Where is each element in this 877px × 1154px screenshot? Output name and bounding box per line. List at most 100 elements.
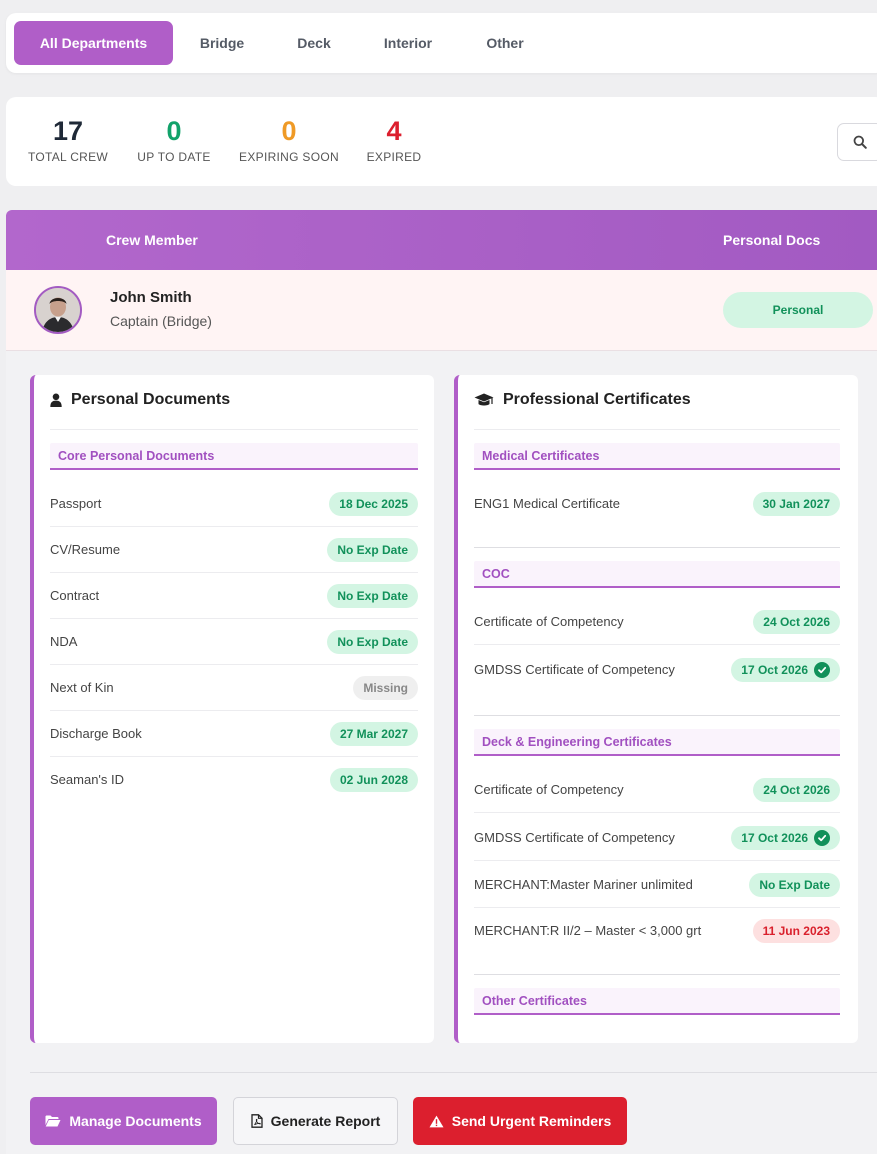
send-urgent-reminders-button[interactable]: Send Urgent Reminders bbox=[413, 1097, 627, 1145]
stat-value: 0 bbox=[281, 116, 297, 146]
professional-certificates-panel: Professional Certificates Medical Certif… bbox=[454, 375, 858, 1043]
section-separator bbox=[474, 974, 840, 975]
document-row[interactable]: ENG1 Medical Certificate 30 Jan 2027 bbox=[474, 481, 840, 527]
status-badge: 30 Jan 2027 bbox=[752, 492, 840, 516]
divider bbox=[50, 429, 418, 430]
generate-report-button[interactable]: Generate Report bbox=[233, 1097, 398, 1145]
stat-up-to-date: 0 UP TO DATE bbox=[134, 115, 214, 164]
document-name: Passport bbox=[50, 496, 102, 511]
personal-docs-status-badge[interactable]: Personal bbox=[723, 292, 873, 328]
document-row[interactable]: NDA No Exp Date bbox=[50, 619, 418, 665]
document-name: Certificate of Competency bbox=[474, 782, 624, 797]
document-name: GMDSS Certificate of Competency bbox=[474, 830, 675, 845]
user-icon bbox=[50, 393, 62, 407]
document-row[interactable]: Seaman's ID 02 Jun 2028 bbox=[50, 757, 418, 803]
stat-value: 4 bbox=[386, 116, 402, 146]
panel-title: Professional Certificates bbox=[474, 391, 691, 409]
stat-label: TOTAL CREW bbox=[27, 150, 109, 164]
crew-stats: 17 TOTAL CREW 0 UP TO DATE 0 EXPIRING SO… bbox=[6, 97, 877, 186]
document-name: CV/Resume bbox=[50, 542, 121, 557]
tab-deck[interactable]: Deck bbox=[282, 21, 346, 65]
avatar bbox=[34, 286, 82, 334]
document-name: GMDSS Certificate of Competency bbox=[474, 662, 675, 677]
warning-icon bbox=[429, 1115, 444, 1127]
stat-label: UP TO DATE bbox=[137, 150, 211, 164]
document-name: Discharge Book bbox=[50, 726, 142, 741]
document-name: MERCHANT:R II/2 – Master < 3,000 grt bbox=[474, 923, 702, 938]
section-medical-certificates: Medical Certificates bbox=[474, 443, 840, 470]
stat-expired: 4 EXPIRED bbox=[364, 115, 424, 164]
stat-label: EXPIRING SOON bbox=[239, 150, 339, 164]
document-row[interactable]: GMDSS Certificate of Competency 17 Oct 2… bbox=[474, 647, 840, 693]
search-button[interactable] bbox=[837, 123, 877, 161]
tab-bridge[interactable]: Bridge bbox=[188, 21, 256, 65]
document-name: Certificate of Competency bbox=[474, 614, 624, 629]
crew-row[interactable]: John Smith Captain (Bridge) Personal bbox=[6, 270, 877, 351]
generate-report-label: Generate Report bbox=[270, 1113, 381, 1129]
crew-name: John Smith bbox=[110, 289, 192, 306]
section-core-personal-documents: Core Personal Documents bbox=[50, 443, 418, 470]
crew-role: Captain (Bridge) bbox=[110, 313, 212, 329]
document-row[interactable]: Discharge Book 27 Mar 2027 bbox=[50, 711, 418, 757]
document-row[interactable]: MERCHANT:R II/2 – Master < 3,000 grt 11 … bbox=[474, 908, 840, 954]
column-header-personal-docs: Personal Docs bbox=[723, 232, 821, 248]
document-name: Contract bbox=[50, 588, 100, 603]
manage-documents-label: Manage Documents bbox=[69, 1113, 202, 1129]
tab-other[interactable]: Other bbox=[472, 21, 538, 65]
search-icon bbox=[853, 135, 867, 149]
tab-interior[interactable]: Interior bbox=[370, 21, 446, 65]
tab-all-departments[interactable]: All Departments bbox=[14, 21, 173, 65]
status-badge: No Exp Date bbox=[327, 584, 418, 608]
status-badge: 24 Oct 2026 bbox=[753, 778, 840, 802]
stat-expiring-soon: 0 EXPIRING SOON bbox=[238, 115, 340, 164]
footer-divider bbox=[30, 1072, 877, 1073]
stat-value: 0 bbox=[166, 116, 182, 146]
document-name: NDA bbox=[50, 634, 78, 649]
personal-documents-panel: Personal Documents Core Personal Documen… bbox=[30, 375, 434, 1043]
status-badge: 17 Oct 2026 bbox=[731, 658, 840, 682]
verified-check-icon bbox=[814, 830, 830, 846]
stat-label: EXPIRED bbox=[366, 150, 422, 164]
status-badge: Missing bbox=[353, 676, 418, 700]
folder-open-icon bbox=[45, 1115, 61, 1127]
status-badge: 17 Oct 2026 bbox=[731, 826, 840, 850]
section-coc: COC bbox=[474, 561, 840, 588]
section-other-certificates: Other Certificates bbox=[474, 988, 840, 1015]
column-header-crew-member: Crew Member bbox=[106, 232, 198, 248]
document-row[interactable]: Contract No Exp Date bbox=[50, 573, 418, 619]
document-row[interactable]: Next of Kin Missing bbox=[50, 665, 418, 711]
document-row[interactable]: Passport 18 Dec 2025 bbox=[50, 481, 418, 527]
document-name: MERCHANT:Master Mariner unlimited bbox=[474, 877, 693, 892]
status-badge: No Exp Date bbox=[327, 538, 418, 562]
divider bbox=[474, 429, 840, 430]
status-badge: No Exp Date bbox=[749, 873, 840, 897]
send-urgent-reminders-label: Send Urgent Reminders bbox=[451, 1113, 612, 1129]
graduation-cap-icon bbox=[474, 393, 494, 406]
status-badge: No Exp Date bbox=[327, 630, 418, 654]
manage-documents-button[interactable]: Manage Documents bbox=[30, 1097, 217, 1145]
document-row[interactable]: CV/Resume No Exp Date bbox=[50, 527, 418, 573]
document-row[interactable]: Certificate of Competency 24 Oct 2026 bbox=[474, 767, 840, 813]
pdf-file-icon bbox=[250, 1114, 263, 1128]
status-badge: 27 Mar 2027 bbox=[329, 722, 418, 746]
panel-title-text: Personal Documents bbox=[71, 391, 231, 408]
status-badge: 11 Jun 2023 bbox=[752, 919, 840, 943]
status-badge: 02 Jun 2028 bbox=[329, 768, 418, 792]
document-row[interactable]: Certificate of Competency 24 Oct 2026 bbox=[474, 599, 840, 645]
document-name: Seaman's ID bbox=[50, 772, 125, 787]
stat-total-crew: 17 TOTAL CREW bbox=[27, 115, 109, 164]
verified-check-icon bbox=[814, 662, 830, 678]
status-badge: 18 Dec 2025 bbox=[329, 492, 418, 516]
department-tabs: All Departments Bridge Deck Interior Oth… bbox=[6, 13, 877, 73]
document-row[interactable]: GMDSS Certificate of Competency 17 Oct 2… bbox=[474, 815, 840, 861]
section-deck-engineering-certificates: Deck & Engineering Certificates bbox=[474, 729, 840, 756]
crew-table-header: Crew Member Personal Docs bbox=[6, 210, 877, 270]
section-separator bbox=[474, 547, 840, 548]
section-separator bbox=[474, 715, 840, 716]
document-row[interactable]: MERCHANT:Master Mariner unlimited No Exp… bbox=[474, 862, 840, 908]
document-name: ENG1 Medical Certificate bbox=[474, 496, 620, 511]
stat-value: 17 bbox=[52, 116, 84, 146]
document-name: Next of Kin bbox=[50, 680, 114, 695]
status-badge: 24 Oct 2026 bbox=[753, 610, 840, 634]
panel-title: Personal Documents bbox=[50, 391, 230, 409]
